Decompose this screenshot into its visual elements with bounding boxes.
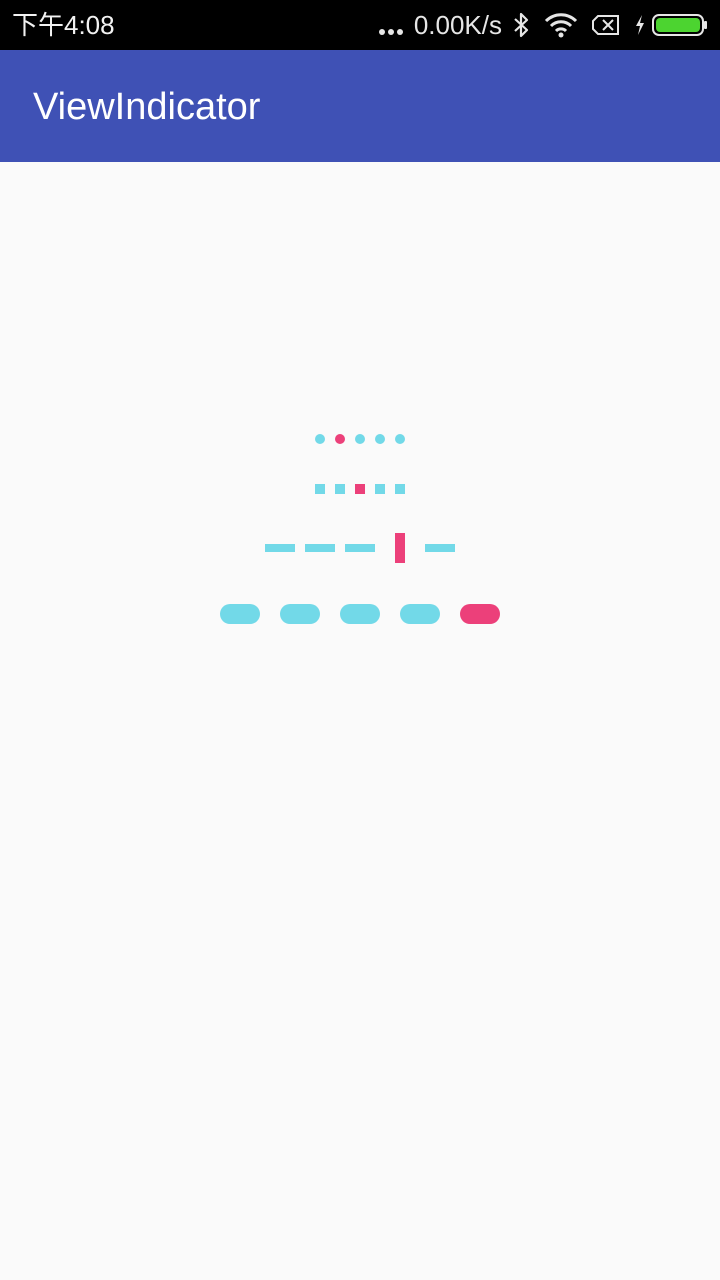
indicator-square xyxy=(335,484,345,494)
indicator-dot xyxy=(355,434,365,444)
indicator-pill xyxy=(280,604,320,624)
status-icons: 0.00K/s xyxy=(378,0,708,50)
status-bar: 下午4:08 0.00K/s xyxy=(0,0,720,50)
indicator-dash-selected xyxy=(395,533,405,563)
indicator-square xyxy=(375,484,385,494)
net-speed: 0.00K/s xyxy=(413,9,502,40)
wifi-icon xyxy=(544,12,578,38)
charging-icon xyxy=(634,14,646,36)
indicator-pill-selected xyxy=(460,604,500,624)
indicator-dash xyxy=(345,544,375,552)
battery-icon xyxy=(652,13,708,37)
more-icon xyxy=(378,15,406,35)
indicator-dot xyxy=(315,434,325,444)
indicator-dot xyxy=(375,434,385,444)
indicator-dash xyxy=(265,544,295,552)
bluetooth-icon xyxy=(512,11,530,39)
indicator-square xyxy=(395,484,405,494)
indicator-pill xyxy=(400,604,440,624)
indicator-pill xyxy=(340,604,380,624)
app-bar: ViewIndicator xyxy=(0,50,720,162)
content-area xyxy=(0,162,720,1280)
no-sim-icon xyxy=(592,14,620,36)
indicator-square xyxy=(315,484,325,494)
status-time: 下午4:08 xyxy=(12,10,115,40)
app-title: ViewIndicator xyxy=(33,86,261,128)
indicator-dot-selected xyxy=(335,434,345,444)
indicator-dash xyxy=(305,544,335,552)
indicator-pill xyxy=(220,604,260,624)
indicator-dot xyxy=(395,434,405,444)
indicator-dash xyxy=(425,544,455,552)
indicator-square-selected xyxy=(355,484,365,494)
